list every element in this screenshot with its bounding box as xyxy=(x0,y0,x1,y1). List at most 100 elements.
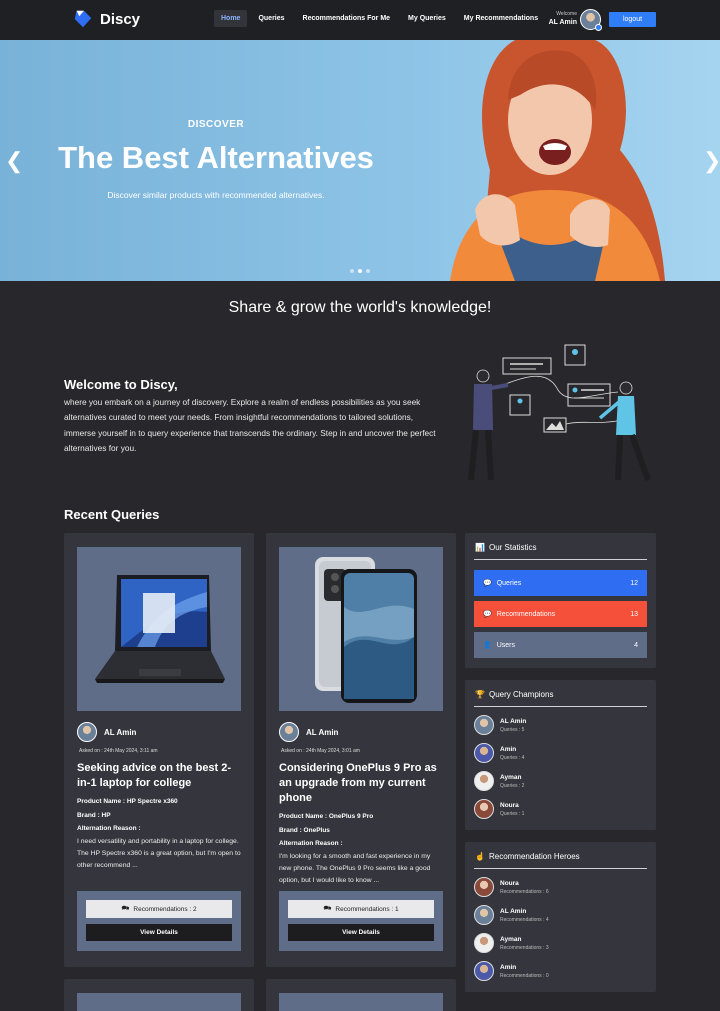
statistics-title: 📊 Our Statistics xyxy=(475,543,537,552)
navbar: Discy Home Queries Recommendations For M… xyxy=(0,0,720,40)
author-avatar[interactable] xyxy=(77,722,97,742)
stat-recommendations[interactable]: 💬 Recommendations 13 xyxy=(474,601,647,627)
statistics-panel: 📊 Our Statistics 💬 Queries 12 💬 Recommenda… xyxy=(465,533,656,668)
comments-icon: 🗪 xyxy=(323,904,332,912)
product-image[interactable] xyxy=(77,547,241,711)
brand-name: Brand : HP xyxy=(77,812,111,819)
carousel-dot[interactable] xyxy=(350,269,354,273)
user-name: AL Amin xyxy=(548,19,577,26)
asked-date: Asked on : 24th May 2024, 3:11 am xyxy=(79,748,158,754)
nav-home[interactable]: Home xyxy=(214,10,248,27)
reason-text: I'm looking for a smooth and fast experi… xyxy=(279,853,431,884)
brand-name: Brand : OnePlus xyxy=(279,827,330,834)
avatar xyxy=(474,933,494,953)
welcome-text: where you embark on a journey of discove… xyxy=(64,397,436,454)
product-image[interactable] xyxy=(279,547,443,711)
chevron-left-icon[interactable]: ❮ xyxy=(5,148,23,174)
reason-text: I need versatility and portability in a … xyxy=(77,838,241,869)
person-name: Amin xyxy=(500,963,517,971)
nav-queries[interactable]: Queries xyxy=(251,10,291,27)
query-card[interactable]: AL Amin Asked on : 24th May 2024, 3:01 a… xyxy=(266,533,456,967)
phone-image xyxy=(315,557,417,703)
person-name: Ayman xyxy=(500,935,522,943)
card-actions: 🗪 Recommendations : 2 View Details xyxy=(77,891,241,951)
stat-label: Queries xyxy=(496,579,522,587)
status-dot-icon xyxy=(595,24,602,31)
recommendations-button[interactable]: 🗪 Recommendations : 1 xyxy=(288,900,434,918)
query-card[interactable]: AL Amin Asked on : 24th May 2024, 3:11 a… xyxy=(64,533,254,967)
person-count: Recommendations : 6 xyxy=(500,888,549,895)
recommendations-count: Recommendations : 2 xyxy=(133,905,197,913)
chat-icon: 💬 xyxy=(483,580,492,587)
product-image[interactable] xyxy=(279,993,443,1011)
hero-item[interactable]: Ayman Recommendations : 3 xyxy=(474,933,549,953)
stat-queries[interactable]: 💬 Queries 12 xyxy=(474,570,647,596)
asked-date: Asked on : 24th May 2024, 3:01 am xyxy=(281,748,360,754)
hero-subtitle: Discover similar products with recommend… xyxy=(107,190,325,200)
laptop-image xyxy=(95,575,225,683)
query-card[interactable] xyxy=(266,979,456,1011)
view-details-button[interactable]: View Details xyxy=(86,924,232,941)
divider xyxy=(474,868,647,869)
panel-title-text: Recommendation Heroes xyxy=(488,852,580,861)
person-name: Ayman xyxy=(500,773,522,781)
person-name: AL Amin xyxy=(500,717,527,725)
champion-item[interactable]: AL Amin Queries : 5 xyxy=(474,715,526,735)
query-card[interactable] xyxy=(64,979,254,1011)
brand[interactable]: Discy xyxy=(72,8,140,30)
card-actions: 🗪 Recommendations : 1 View Details xyxy=(279,891,443,951)
hero-item[interactable]: Noura Recommendations : 6 xyxy=(474,877,549,897)
nav-my-queries[interactable]: My Queries xyxy=(401,10,453,27)
hero-carousel: DISCOVER The Best Alternatives Discover … xyxy=(0,40,720,281)
trophy-icon: 🏆 xyxy=(475,690,485,699)
product-name: Product Name : OnePlus 9 Pro xyxy=(279,813,374,820)
hero-item[interactable]: AL Amin Recommendations : 4 xyxy=(474,905,549,925)
recent-queries-title: Recent Queries xyxy=(64,507,160,522)
user-avatar[interactable] xyxy=(580,9,602,31)
stat-label: Recommendations xyxy=(496,610,556,618)
panel-title-text: Our Statistics xyxy=(488,543,537,552)
author-avatar[interactable] xyxy=(279,722,299,742)
nav-recommendations-for-me[interactable]: Recommendations For Me xyxy=(296,10,398,27)
user-icon: 👤 xyxy=(483,642,492,649)
champions-title: 🏆 Query Champions xyxy=(475,690,553,699)
reason-label: Alternation Reason : xyxy=(279,840,343,847)
stat-value: 13 xyxy=(630,610,638,618)
hero-item[interactable]: Amin Recommendations : 0 xyxy=(474,961,549,981)
person-name: AL Amin xyxy=(500,907,527,915)
comments-icon: 🗪 xyxy=(121,904,130,912)
avatar xyxy=(474,961,494,981)
champion-item[interactable]: Ayman Queries : 2 xyxy=(474,771,524,791)
person-name: Noura xyxy=(500,879,519,887)
nav-links: Home Queries Recommendations For Me My Q… xyxy=(214,10,545,27)
chat-icon: 💬 xyxy=(483,611,492,618)
logout-button[interactable]: logout xyxy=(609,12,656,27)
carousel-dots xyxy=(350,269,370,273)
champion-item[interactable]: Amin Queries : 4 xyxy=(474,743,524,763)
carousel-dot[interactable] xyxy=(366,269,370,273)
welcome-user: Welcome AL Amin xyxy=(545,11,577,26)
hand-icon: ☝ xyxy=(475,852,485,861)
product-image[interactable] xyxy=(77,993,241,1011)
avatar xyxy=(474,715,494,735)
collaboration-illustration xyxy=(468,344,651,482)
nav-my-recommendations[interactable]: My Recommendations xyxy=(457,10,545,27)
panel-title-text: Query Champions xyxy=(488,690,554,699)
query-title[interactable]: Considering OnePlus 9 Pro as an upgrade … xyxy=(279,761,444,806)
reason-label: Alternation Reason : xyxy=(77,825,141,832)
avatar xyxy=(474,877,494,897)
champion-item[interactable]: Noura Queries : 1 xyxy=(474,799,524,819)
carousel-dot[interactable] xyxy=(358,269,362,273)
person-count: Recommendations : 3 xyxy=(500,944,549,951)
author-name: AL Amin xyxy=(306,728,339,737)
recommendations-button[interactable]: 🗪 Recommendations : 2 xyxy=(86,900,232,918)
logo-icon xyxy=(74,10,92,28)
view-details-button[interactable]: View Details xyxy=(288,924,434,941)
person-count: Queries : 4 xyxy=(500,754,525,761)
hero-image xyxy=(450,40,665,281)
query-title[interactable]: Seeking advice on the best 2-in-1 laptop… xyxy=(77,761,242,791)
stat-users[interactable]: 👤 Users 4 xyxy=(474,632,647,658)
stat-value: 12 xyxy=(630,579,638,587)
avatar xyxy=(474,799,494,819)
chevron-right-icon[interactable]: ❯ xyxy=(703,148,720,174)
